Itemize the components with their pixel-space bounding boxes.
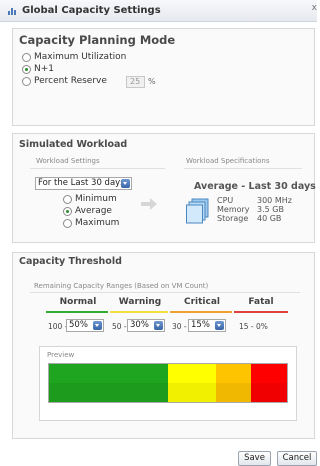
spec-value: 3.5 GB	[257, 205, 284, 214]
radio-maximum[interactable]: Maximum	[63, 218, 119, 228]
close-icon[interactable]: x	[312, 3, 317, 13]
radio-button[interactable]	[22, 52, 31, 62]
radio-button[interactable]	[63, 218, 72, 228]
select-value: 15%	[191, 320, 210, 330]
preview-label: Preview	[47, 351, 75, 359]
preview-segment-warning	[168, 364, 216, 402]
percent-unit: %	[148, 77, 156, 86]
chevron-down-icon[interactable]	[93, 321, 102, 330]
option-label: Minimum	[75, 194, 117, 204]
radio-button[interactable]	[63, 194, 72, 204]
spec-value: 300 MHz	[257, 196, 292, 205]
chevron-down-icon[interactable]	[154, 321, 163, 330]
bar-chart-icon	[8, 7, 18, 15]
period-select[interactable]: For the Last 30 days	[35, 177, 132, 190]
right-arrow-icon	[141, 198, 157, 210]
radio-button[interactable]	[22, 76, 31, 86]
level-normal-bar	[46, 311, 108, 313]
normal-range-start: 100 -	[48, 322, 68, 331]
spec-title: Average - Last 30 days	[194, 181, 316, 192]
panel-title: Simulated Workload	[19, 139, 128, 150]
radio-button[interactable]	[63, 206, 72, 216]
divider	[184, 168, 302, 169]
server-stack-icon	[186, 198, 209, 224]
level-fatal-heading: Fatal	[248, 297, 274, 307]
threshold-preview: Preview	[39, 346, 297, 421]
level-critical-heading: Critical	[183, 297, 220, 307]
preview-segment-critical	[215, 364, 252, 402]
spec-name: Storage	[217, 214, 249, 223]
period-select-value: For the Last 30 days	[38, 178, 125, 188]
spec-storage: Storage 40 GB	[217, 214, 281, 223]
level-critical-bar	[170, 311, 232, 313]
option-label: Percent Reserve	[34, 76, 107, 86]
panel-title: Capacity Planning Mode	[19, 33, 176, 47]
critical-range-start: 30 -	[172, 322, 187, 331]
spec-name: Memory	[217, 205, 250, 214]
spec-name: CPU	[217, 196, 234, 205]
radio-button[interactable]	[22, 64, 31, 74]
fatal-range: 15 - 0%	[239, 322, 268, 331]
radio-maximum-utilization[interactable]: Maximum Utilization	[22, 52, 126, 62]
spec-value: 40 GB	[257, 214, 282, 223]
chevron-down-icon[interactable]	[121, 179, 130, 188]
percent-reserve-input[interactable]: 25	[126, 76, 145, 88]
window-titlebar: Global Capacity Settings x	[0, 0, 317, 22]
option-label: N+1	[34, 64, 54, 74]
workload-settings-label: Workload Settings	[36, 157, 100, 165]
cancel-button[interactable]: Cancel	[277, 451, 317, 466]
save-button[interactable]: Save	[238, 451, 271, 466]
panel-title: Capacity Threshold	[19, 256, 122, 267]
warning-threshold-select[interactable]: 30%	[127, 319, 165, 332]
workload-specifications-label: Workload Specifications	[186, 157, 270, 165]
radio-minimum[interactable]: Minimum	[63, 194, 117, 204]
preview-bar	[48, 363, 288, 403]
level-warning-bar	[110, 311, 168, 313]
ranges-label: Remaining Capacity Ranges (Based on VM C…	[34, 282, 209, 290]
preview-segment-normal	[49, 364, 168, 402]
window-title: Global Capacity Settings	[22, 5, 161, 16]
radio-average[interactable]: Average	[63, 206, 112, 216]
option-label: Average	[75, 206, 112, 216]
select-value: 30%	[130, 320, 149, 330]
level-normal-heading: Normal	[59, 297, 97, 307]
chevron-down-icon[interactable]	[215, 321, 224, 330]
spec-cpu: CPU 300 MHz	[217, 196, 292, 205]
divider	[30, 168, 165, 169]
preview-segment-fatal	[251, 364, 287, 402]
normal-threshold-select[interactable]: 50%	[66, 319, 104, 332]
radio-n-plus-1[interactable]: N+1	[22, 64, 54, 74]
divider	[30, 292, 300, 293]
radio-percent-reserve[interactable]: Percent Reserve	[22, 76, 107, 86]
level-fatal-bar	[234, 311, 288, 313]
select-value: 50%	[69, 320, 88, 330]
option-label: Maximum Utilization	[34, 52, 127, 62]
warning-range-start: 50 -	[112, 322, 127, 331]
spec-memory: Memory 3.5 GB	[217, 205, 284, 214]
level-warning-heading: Warning	[118, 297, 162, 307]
option-label: Maximum	[75, 218, 120, 228]
critical-threshold-select[interactable]: 15%	[188, 319, 226, 332]
